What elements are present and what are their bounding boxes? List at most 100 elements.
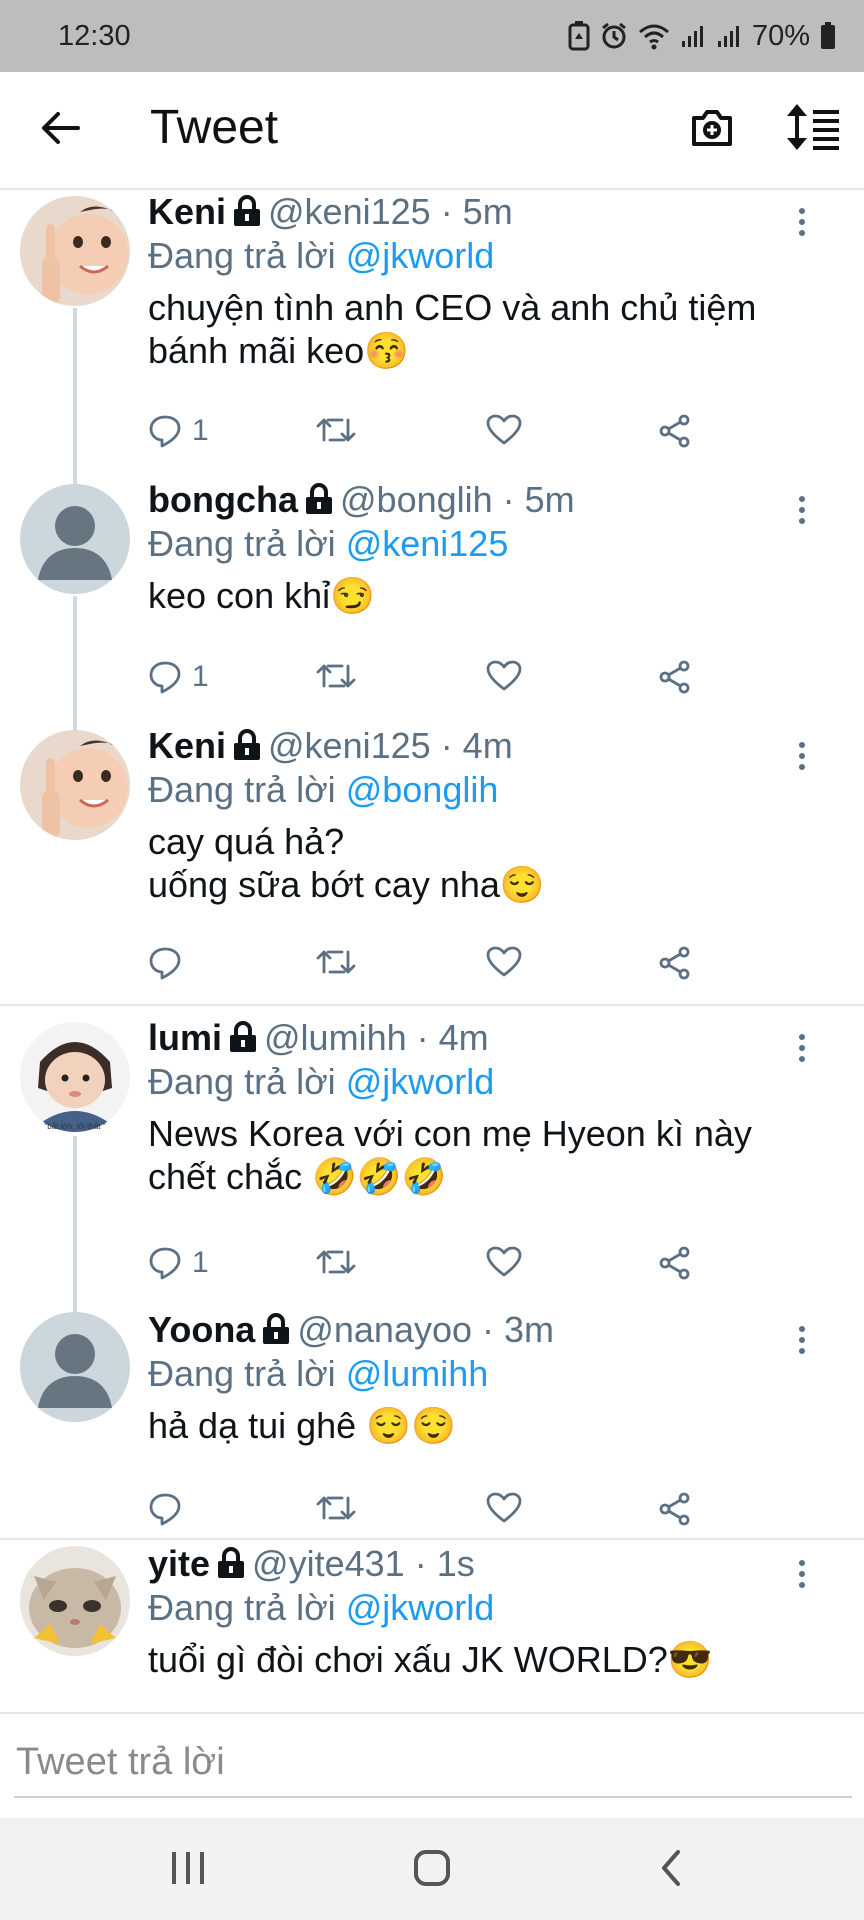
tweet[interactable]: bongcha @bonglih · 5m Đang trả lời @keni1…: [0, 478, 864, 724]
tweet-header: Keni @keni125 · 4m: [148, 724, 824, 768]
thread-divider: [0, 1538, 864, 1540]
reply-to-handle[interactable]: @jkworld: [346, 1587, 495, 1628]
handle[interactable]: @nanayoo: [297, 1309, 472, 1350]
handle[interactable]: @bonglih: [340, 479, 493, 520]
reply-input[interactable]: [14, 1728, 852, 1798]
like-button[interactable]: [486, 414, 522, 446]
display-name[interactable]: Keni: [148, 725, 226, 766]
more-options-icon[interactable]: [796, 1560, 808, 1590]
retweet-button[interactable]: [316, 660, 356, 692]
reply-button[interactable]: 1: [148, 660, 209, 694]
display-name[interactable]: Keni: [148, 191, 226, 232]
system-nav-bar: [0, 1818, 864, 1920]
reply-button[interactable]: 1: [148, 414, 209, 448]
reply-to-handle[interactable]: @jkworld: [346, 1061, 495, 1102]
retweet-button[interactable]: [316, 946, 356, 978]
retweet-button[interactable]: [316, 414, 356, 446]
tweet-text: tuổi gì đòi chơi xấu JK WORLD?😎: [148, 1639, 713, 1680]
more-options-icon[interactable]: [796, 742, 808, 772]
more-options-icon[interactable]: [796, 208, 808, 238]
tweet-header: Keni @keni125 · 5m: [148, 190, 824, 234]
reply-context: Đang trả lời @bonglih: [148, 768, 824, 812]
timestamp: · 3m: [482, 1309, 555, 1350]
share-icon: [659, 1246, 690, 1280]
retweet-icon: [316, 1250, 356, 1274]
like-button[interactable]: [486, 946, 522, 978]
avatar[interactable]: [20, 1546, 130, 1656]
retweet-button[interactable]: [316, 1492, 356, 1524]
handle[interactable]: @keni125: [268, 191, 431, 232]
tweet[interactable]: yite @yite431 · 1s Đang trả lời @jkworld …: [0, 1542, 864, 1710]
tweet[interactable]: Yoona @nanayoo · 3m Đang trả lời @lumihh …: [0, 1302, 864, 1540]
tweet-actions: 1: [148, 1246, 708, 1286]
thread-line: [73, 596, 77, 724]
display-name[interactable]: Yoona: [148, 1309, 255, 1350]
thread-line: [73, 1302, 77, 1312]
share-button[interactable]: [658, 660, 692, 694]
reply-button[interactable]: [148, 1492, 192, 1526]
reply-to-handle[interactable]: @keni125: [346, 523, 509, 564]
reply-prefix: Đang trả lời: [148, 1061, 336, 1102]
reply-icon: [149, 661, 181, 694]
reply-to-handle[interactable]: @lumihh: [346, 1353, 489, 1394]
reply-button[interactable]: [148, 946, 192, 980]
like-button[interactable]: [486, 1246, 522, 1278]
back-arrow-icon[interactable]: [38, 106, 82, 150]
reply-to-handle[interactable]: @bonglih: [346, 769, 499, 810]
tweet[interactable]: "bắt lớn, tôi thắt " lumi @lumihh · 4m Đa…: [0, 1010, 864, 1302]
timestamp: · 1s: [414, 1543, 475, 1584]
heart-icon: [486, 414, 522, 445]
reply-prefix: Đang trả lời: [148, 1353, 336, 1394]
more-options-icon[interactable]: [796, 496, 808, 526]
retweet-button[interactable]: [316, 1246, 356, 1278]
display-name[interactable]: yite: [148, 1543, 210, 1584]
avatar[interactable]: [20, 1312, 130, 1422]
handle[interactable]: @yite431: [252, 1543, 405, 1584]
share-icon: [659, 1492, 690, 1526]
handle[interactable]: @keni125: [268, 725, 431, 766]
share-button[interactable]: [658, 946, 692, 980]
reply-context: Đang trả lời @jkworld: [148, 1060, 824, 1104]
like-button[interactable]: [486, 660, 522, 692]
wifi-icon: [638, 24, 669, 50]
reply-context: Đang trả lời @keni125: [148, 522, 824, 566]
share-button[interactable]: [658, 414, 692, 448]
more-options-icon[interactable]: [796, 1326, 808, 1356]
more-options-icon[interactable]: [796, 1034, 808, 1064]
avatar[interactable]: [20, 484, 130, 594]
back-icon[interactable]: [656, 1848, 686, 1888]
reply-icon: [149, 947, 181, 980]
lock-icon: [234, 729, 261, 760]
recent-apps-icon[interactable]: [170, 1848, 206, 1888]
camera-add-icon[interactable]: [688, 104, 736, 152]
reply-button[interactable]: 1: [148, 1246, 209, 1280]
display-name[interactable]: bongcha: [148, 479, 298, 520]
tweet-text: News Korea với con mẹ Hyeon kì này chết …: [148, 1113, 752, 1197]
share-icon: [659, 660, 690, 694]
tweet-content: yite @yite431 · 1s Đang trả lời @jkworld …: [148, 1542, 824, 1681]
share-button[interactable]: [658, 1246, 692, 1280]
tweet[interactable]: Keni @keni125 · 4m Đang trả lời @bonglih …: [0, 724, 864, 992]
avatar[interactable]: [20, 730, 130, 840]
sort-icon[interactable]: [785, 102, 841, 152]
avatar[interactable]: [20, 196, 130, 306]
handle[interactable]: @lumihh: [264, 1017, 407, 1058]
like-button[interactable]: [486, 1492, 522, 1524]
top-app-bar: Tweet: [0, 72, 864, 190]
avatar[interactable]: [20, 1022, 130, 1132]
share-button[interactable]: [658, 1492, 692, 1526]
tweet-text-line: cay quá hả?: [148, 821, 345, 862]
tweet[interactable]: Keni @keni125 · 5m Đang trả lời @jkworld …: [0, 190, 864, 478]
share-icon: [659, 946, 690, 980]
tweet-text: cay quá hả? uống sữa bớt cay nha😌: [148, 820, 824, 906]
timestamp: · 4m: [440, 725, 513, 766]
reply-icon: [149, 1247, 181, 1280]
home-icon[interactable]: [412, 1848, 452, 1888]
tweet-actions: 1: [148, 414, 708, 454]
lock-icon: [306, 483, 332, 514]
status-bar: 12:30 70%: [0, 0, 864, 72]
reply-to-handle[interactable]: @jkworld: [346, 235, 495, 276]
display-name[interactable]: lumi: [148, 1017, 222, 1058]
reply-context: Đang trả lời @jkworld: [148, 234, 824, 278]
avatar-caption: "bắt lớn, tôi thắt ": [44, 1122, 106, 1131]
